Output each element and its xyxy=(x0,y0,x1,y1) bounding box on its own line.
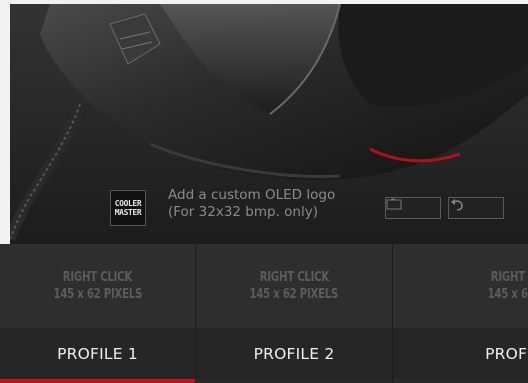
profile-indicator xyxy=(393,379,528,383)
oled-hint-line1: Add a custom OLED logo xyxy=(168,187,336,203)
profile-3-label[interactable]: PROFILE 3 xyxy=(393,328,528,379)
thumb-line2: 145 x 62 PIXE xyxy=(487,287,528,302)
mouse-hero-image: COOLER MASTER Add a custom OLED logo (Fo… xyxy=(10,4,528,244)
oled-logo-row: COOLER MASTER Add a custom OLED logo (Fo… xyxy=(110,187,520,227)
profile-1-label[interactable]: PROFILE 1 xyxy=(0,328,195,379)
oled-hint: Add a custom OLED logo (For 32x32 bmp. o… xyxy=(168,187,378,221)
profile-tab-3[interactable]: RIGHT CLICK 145 x 62 PIXE PROFILE 3 xyxy=(393,244,528,383)
left-border xyxy=(0,0,10,244)
profile-bar: RIGHT CLICK 145 x 62 PIXELS PROFILE 1 RI… xyxy=(0,244,528,383)
profile-3-thumbnail[interactable]: RIGHT CLICK 145 x 62 PIXE xyxy=(393,244,528,328)
thumb-line1: RIGHT CLICK xyxy=(490,270,528,285)
thumb-line1: RIGHT CLICK xyxy=(62,270,133,285)
profile-tab-1[interactable]: RIGHT CLICK 145 x 62 PIXELS PROFILE 1 xyxy=(0,244,196,383)
profile-label: PROFILE 3 xyxy=(485,344,528,363)
active-profile-indicator xyxy=(0,379,195,383)
undo-icon xyxy=(451,199,463,211)
folder-icon xyxy=(386,198,402,210)
thumb-line1: RIGHT CLICK xyxy=(259,270,329,285)
oled-logo-preview[interactable]: COOLER MASTER xyxy=(110,190,146,226)
thumb-line2: 145 x 62 PIXELS xyxy=(249,287,339,302)
profile-2-thumbnail[interactable]: RIGHT CLICK 145 x 62 PIXELS xyxy=(196,244,392,328)
oled-hint-line2: (For 32x32 bmp. only) xyxy=(168,204,318,220)
profile-indicator xyxy=(196,379,392,383)
profile-label: PROFILE 1 xyxy=(57,344,138,363)
profile-tab-2[interactable]: RIGHT CLICK 145 x 62 PIXELS PROFILE 2 xyxy=(196,244,393,383)
app-window: COOLER MASTER Add a custom OLED logo (Fo… xyxy=(0,0,528,383)
profile-2-label[interactable]: PROFILE 2 xyxy=(196,328,392,379)
profile-label: PROFILE 2 xyxy=(253,344,335,363)
browse-logo-button[interactable] xyxy=(385,197,441,219)
logo-text-line2: MASTER xyxy=(114,208,142,217)
logo-text-line1: COOLER xyxy=(114,199,142,208)
thumb-line2: 145 x 62 PIXELS xyxy=(53,287,142,302)
reset-logo-button[interactable] xyxy=(448,197,504,219)
profile-1-thumbnail[interactable]: RIGHT CLICK 145 x 62 PIXELS xyxy=(0,244,195,328)
